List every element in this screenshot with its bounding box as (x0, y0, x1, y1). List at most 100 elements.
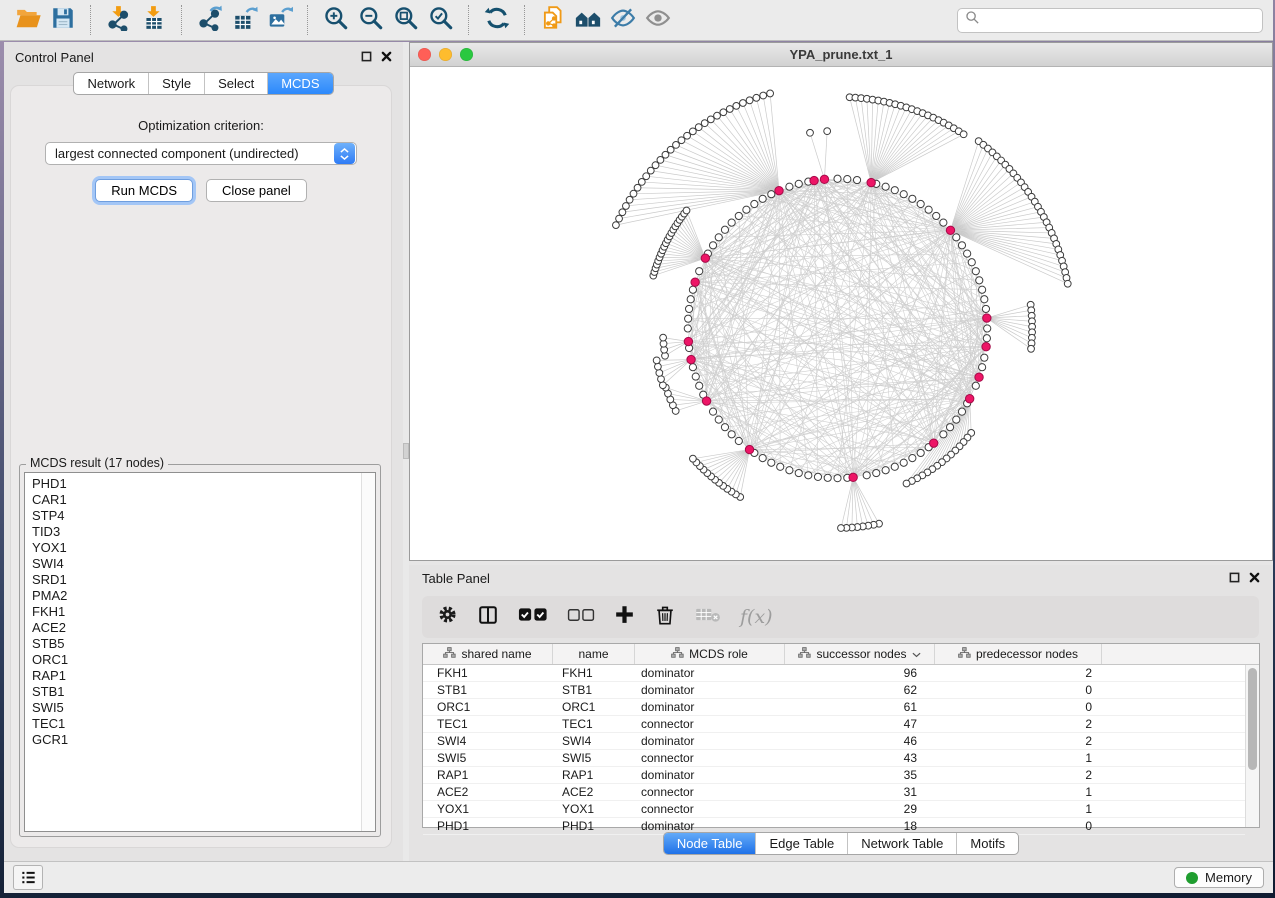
graph-mcds-node[interactable] (946, 226, 954, 234)
graph-leaf-node[interactable] (1064, 280, 1071, 287)
graph-node[interactable] (972, 382, 979, 389)
graph-mcds-node[interactable] (745, 445, 753, 453)
graph-mcds-node[interactable] (702, 397, 710, 405)
hide-selected-button[interactable] (605, 3, 640, 37)
export-image-button[interactable] (262, 3, 297, 37)
graph-node[interactable] (814, 473, 821, 480)
graph-node[interactable] (917, 200, 924, 207)
graph-node[interactable] (684, 325, 691, 332)
save-button[interactable] (45, 3, 80, 37)
mcds-result-item[interactable]: SRD1 (32, 572, 361, 588)
graph-leaf-node[interactable] (746, 97, 753, 104)
graph-node[interactable] (953, 416, 960, 423)
float-panel-icon[interactable] (361, 50, 372, 65)
graph-mcds-node[interactable] (684, 337, 692, 345)
export-table-button[interactable] (227, 3, 262, 37)
mcds-result-item[interactable]: RAP1 (32, 668, 361, 684)
graph-node[interactable] (805, 472, 812, 479)
graph-node[interactable] (981, 354, 988, 361)
criterion-select[interactable]: largest connected component (undirected) (45, 142, 357, 165)
network-graph[interactable] (410, 67, 1272, 560)
graph-leaf-node[interactable] (960, 131, 967, 138)
graph-node[interactable] (777, 463, 784, 470)
graph-mcds-node[interactable] (867, 178, 875, 186)
mcds-result-item[interactable]: SWI4 (32, 556, 361, 572)
add-column-button[interactable] (614, 604, 635, 630)
graph-node[interactable] (696, 382, 703, 389)
graph-node[interactable] (696, 268, 703, 275)
graph-mcds-node[interactable] (810, 176, 818, 184)
graph-node[interactable] (786, 183, 793, 190)
mcds-result-item[interactable]: STB1 (32, 684, 361, 700)
table-tab-node-table[interactable]: Node Table (664, 833, 756, 854)
graph-leaf-node[interactable] (619, 209, 626, 216)
mcds-result-item[interactable]: PMA2 (32, 588, 361, 604)
select-checked-button[interactable] (518, 605, 548, 629)
graph-node[interactable] (909, 195, 916, 202)
tab-mcds[interactable]: MCDS (267, 73, 332, 94)
table-tab-network-table[interactable]: Network Table (847, 833, 956, 854)
graph-leaf-node[interactable] (689, 455, 696, 462)
window-zoom-button[interactable] (460, 48, 473, 61)
open-button[interactable] (10, 3, 45, 37)
graph-mcds-node[interactable] (982, 343, 990, 351)
graph-node[interactable] (946, 424, 953, 431)
mcds-list-scrollbar[interactable] (361, 473, 375, 831)
mcds-result-item[interactable]: ORC1 (32, 652, 361, 668)
graph-leaf-node[interactable] (824, 128, 831, 135)
graph-node[interactable] (685, 315, 692, 322)
graph-node[interactable] (795, 469, 802, 476)
graph-node[interactable] (735, 437, 742, 444)
graph-leaf-node[interactable] (634, 184, 641, 191)
table-row[interactable]: RAP1RAP1dominator352 (423, 767, 1245, 784)
graph-leaf-node[interactable] (807, 129, 814, 136)
table-scrollbar-thumb[interactable] (1248, 668, 1257, 770)
table-row[interactable]: YOX1YOX1connector291 (423, 801, 1245, 818)
graph-leaf-node[interactable] (707, 116, 714, 123)
graph-leaf-node[interactable] (760, 92, 767, 99)
tab-network[interactable]: Network (74, 73, 148, 94)
graph-node[interactable] (751, 200, 758, 207)
graph-node[interactable] (687, 296, 694, 303)
graph-leaf-node[interactable] (654, 363, 661, 370)
mcds-result-item[interactable]: TEC1 (32, 716, 361, 732)
zoom-in-button[interactable] (318, 3, 353, 37)
graph-node[interactable] (900, 191, 907, 198)
mcds-result-item[interactable]: CAR1 (32, 492, 361, 508)
mcds-result-item[interactable]: YOX1 (32, 540, 361, 556)
table-row[interactable]: SWI5SWI5connector431 (423, 750, 1245, 767)
graph-mcds-node[interactable] (691, 278, 699, 286)
table-row[interactable]: STB1STB1dominator620 (423, 682, 1245, 699)
graph-leaf-node[interactable] (695, 124, 702, 131)
graph-node[interactable] (933, 212, 940, 219)
graph-leaf-node[interactable] (660, 334, 667, 341)
graph-leaf-node[interactable] (613, 222, 620, 229)
graph-mcds-node[interactable] (775, 186, 783, 194)
graph-mcds-node[interactable] (930, 439, 938, 447)
graph-node[interactable] (728, 431, 735, 438)
export-network-button[interactable] (192, 3, 227, 37)
graph-node[interactable] (759, 195, 766, 202)
graph-leaf-node[interactable] (903, 480, 910, 487)
refresh-button[interactable] (479, 3, 514, 37)
graph-node[interactable] (982, 305, 989, 312)
graph-node[interactable] (863, 472, 870, 479)
table-tab-motifs[interactable]: Motifs (956, 833, 1018, 854)
graph-leaf-node[interactable] (720, 109, 727, 116)
graph-node[interactable] (958, 408, 965, 415)
graph-node[interactable] (824, 474, 831, 481)
mcds-result-item[interactable]: STP4 (32, 508, 361, 524)
mcds-result-item[interactable]: SWI5 (32, 700, 361, 716)
import-network-button[interactable] (101, 3, 136, 37)
graph-leaf-node[interactable] (638, 179, 645, 186)
graph-node[interactable] (844, 176, 851, 183)
graph-leaf-node[interactable] (684, 132, 691, 139)
graph-node[interactable] (834, 475, 841, 482)
graph-leaf-node[interactable] (689, 128, 696, 135)
graph-mcds-node[interactable] (975, 373, 983, 381)
column-header-MCDS-role[interactable]: MCDS role (635, 644, 785, 664)
graph-node[interactable] (735, 212, 742, 219)
tab-style[interactable]: Style (148, 73, 204, 94)
column-header-successor-nodes[interactable]: successor nodes (785, 644, 935, 664)
graph-node[interactable] (958, 242, 965, 249)
